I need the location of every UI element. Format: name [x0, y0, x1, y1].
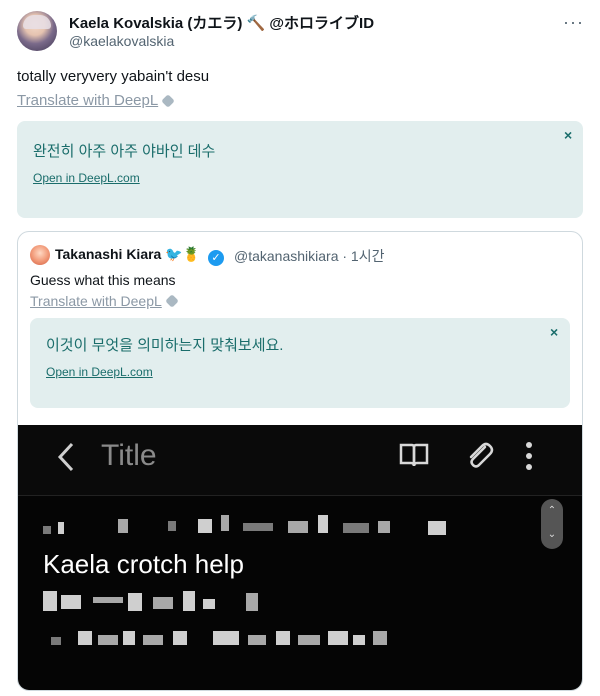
quote-text: Guess what this means [30, 272, 176, 288]
quote-author-name-line[interactable]: Takanashi Kiara 🐦🍍 ✓ [55, 246, 225, 266]
scroll-down-icon: ⌄ [547, 529, 557, 540]
quote-translate-link[interactable]: Translate with DeepL [30, 293, 179, 309]
author-handle[interactable]: @kaelakovalskia [69, 33, 174, 49]
media-scroll-handle: ⌃ ⌄ [541, 499, 563, 549]
verified-badge-icon: ✓ [208, 250, 225, 266]
media-screen-title: Title [101, 439, 157, 472]
kebab-menu-icon [526, 442, 532, 470]
quote-media-image[interactable]: Title ⌃ ⌄ Kaela crotch help [18, 425, 582, 690]
quote-open-in-deepl-link[interactable]: Open in DeepL.com [46, 365, 153, 379]
author-name-line[interactable]: Kaela Kovalskia (カエラ) 🔨 @ホロライブID [69, 12, 374, 33]
close-icon[interactable]: × [550, 324, 558, 340]
deepl-translation-box: 완전히 아주 아주 야바인 데수 Open in DeepL.com × [17, 121, 583, 218]
book-icon [399, 443, 429, 467]
quote-author-name[interactable]: Takanashi Kiara [55, 246, 161, 262]
quote-deepl-translation: 이것이 무엇을 의미하는지 맞춰보세요. [46, 337, 284, 354]
author-avatar[interactable] [17, 11, 57, 51]
back-arrow-icon [57, 442, 74, 472]
more-options-icon[interactable]: ··· [563, 12, 584, 33]
author-name-extra: (カエラ) 🔨 @ホロライブID [187, 15, 375, 32]
deepl-translation-text: 완전히 아주 아주 야바인 데수 [33, 143, 216, 160]
quote-author-avatar[interactable] [30, 245, 50, 265]
close-icon[interactable]: × [564, 127, 572, 143]
scroll-up-icon: ⌃ [547, 505, 557, 516]
quote-handle-time[interactable]: @takanashikiara · 1시간 [234, 246, 384, 266]
deepl-icon [161, 93, 175, 108]
media-app-bar: Title [18, 425, 582, 496]
quote-author-emoji: 🐦🍍 [165, 246, 201, 262]
paperclip-icon [469, 442, 494, 468]
quote-deepl-box: 이것이 무엇을 의미하는지 맞춰보세요. Open in DeepL.com × [30, 318, 570, 408]
translate-label[interactable]: Translate with DeepL [17, 92, 158, 109]
quote-translate-label[interactable]: Translate with DeepL [30, 293, 162, 309]
tweet-text: totally veryvery yabain't desu [17, 68, 210, 85]
media-visible-text: Kaela crotch help [43, 549, 244, 579]
translate-with-deepl-link[interactable]: Translate with DeepL [17, 92, 175, 109]
author-name[interactable]: Kaela Kovalskia [69, 15, 183, 32]
deepl-icon [164, 294, 179, 308]
quoted-tweet[interactable]: Takanashi Kiara 🐦🍍 ✓ @takanashikiara · 1… [17, 231, 583, 691]
open-in-deepl-link[interactable]: Open in DeepL.com [33, 171, 140, 185]
